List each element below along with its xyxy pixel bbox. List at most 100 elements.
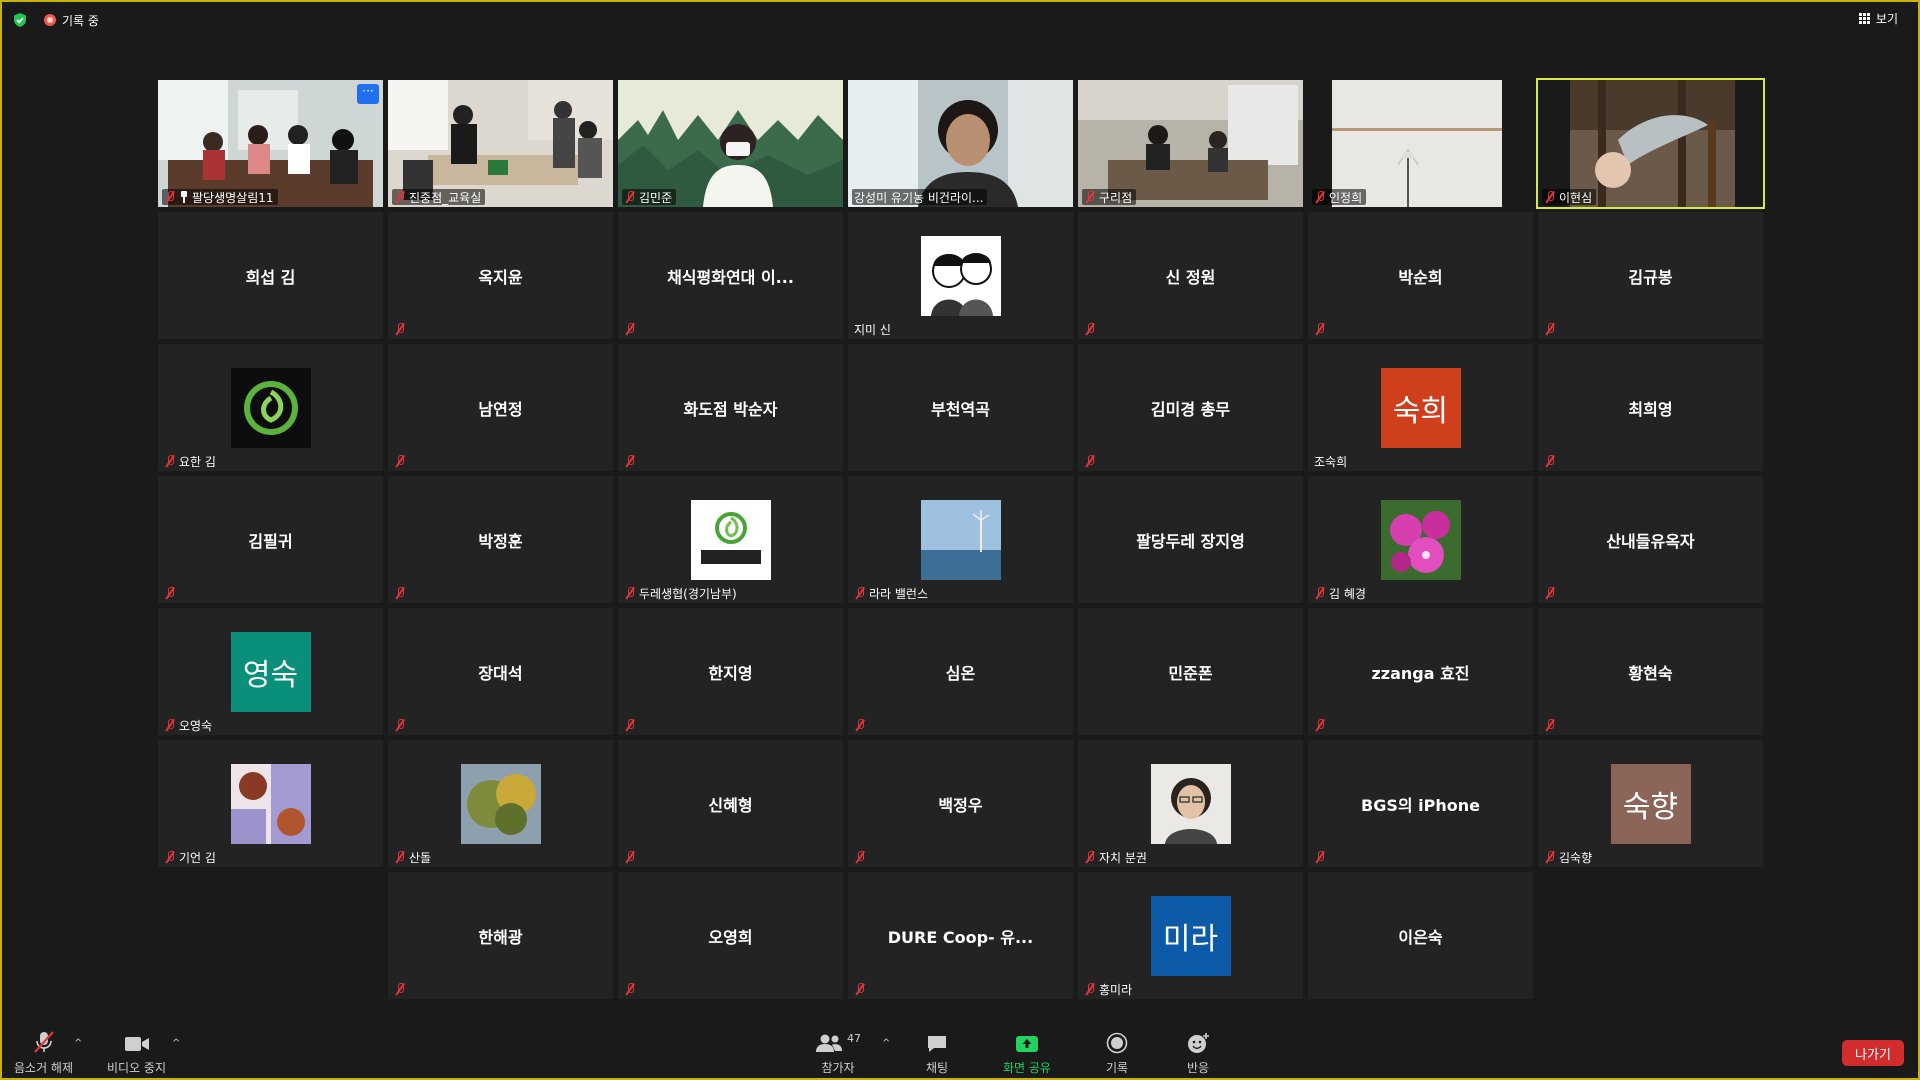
participant-tile[interactable]: 숙희 조숙희 — [1308, 344, 1533, 471]
participant-name-center: 심온 — [945, 663, 976, 683]
participant-tile[interactable]: 민준폰 — [1078, 608, 1303, 735]
participant-tile[interactable]: 박순희 — [1308, 212, 1533, 339]
participant-name: 강성미 유기농 비건라이... — [854, 190, 984, 205]
participant-name-center: 김미경 총무 — [1150, 399, 1231, 419]
participant-tile[interactable]: 강성미 유기농 비건라이... — [848, 80, 1073, 207]
participant-tile[interactable]: 라라 밸런스 — [848, 476, 1073, 603]
participant-tile[interactable]: BGS의 iPhone — [1308, 740, 1533, 867]
participant-tile[interactable]: 황현숙 — [1538, 608, 1763, 735]
participant-video — [1538, 80, 1763, 207]
participant-tile[interactable]: 신 정원 — [1078, 212, 1303, 339]
participant-label — [852, 849, 870, 865]
participant-tile[interactable]: 팔당생명살림11 ··· — [158, 80, 383, 207]
participant-tile[interactable]: 이현심 — [1536, 78, 1765, 209]
participant-name-center: 박순희 — [1398, 267, 1443, 287]
participant-tile[interactable]: 김민준 — [618, 80, 843, 207]
participant-label — [1542, 717, 1560, 733]
participant-tile[interactable]: 심온 — [848, 608, 1073, 735]
video-options-chevron-icon[interactable]: ^ — [172, 1038, 180, 1049]
record-icon — [44, 14, 56, 26]
participant-name-center: 신 정원 — [1165, 267, 1216, 287]
participant-name-center: 남연정 — [478, 399, 523, 419]
participant-tile[interactable]: 최희영 — [1538, 344, 1763, 471]
participant-video — [1078, 80, 1303, 207]
participant-label — [1542, 321, 1560, 337]
mic-muted-icon — [1544, 455, 1556, 467]
mic-muted-icon — [1544, 719, 1556, 731]
video-camera-icon — [124, 1037, 149, 1051]
participant-tile[interactable]: 이은숙 — [1308, 872, 1533, 999]
participant-tile[interactable]: 장대석 — [388, 608, 613, 735]
participant-tile[interactable]: 한해광 — [388, 872, 613, 999]
participant-tile[interactable]: 김필귀 — [158, 476, 383, 603]
mic-muted-icon — [1544, 851, 1556, 863]
emoji-plus-icon — [1188, 1033, 1209, 1053]
participant-tile[interactable]: zzanga 효진 — [1308, 608, 1533, 735]
participant-tile[interactable]: 영숙 오영숙 — [158, 608, 383, 735]
participant-tile[interactable]: 산돌 — [388, 740, 613, 867]
participant-tile[interactable]: 두레생협(경기남부) — [618, 476, 843, 603]
participant-tile[interactable]: 오영희 — [618, 872, 843, 999]
share-screen-button[interactable]: 화면 공유 — [1003, 1032, 1051, 1076]
participant-tile[interactable]: 남연정 — [388, 344, 613, 471]
recording-label: 기록 중 — [62, 13, 99, 28]
participant-name-center: 박정훈 — [478, 531, 523, 551]
participant-tile[interactable]: 산내들유옥자 — [1538, 476, 1763, 603]
participant-tile[interactable]: 김 혜경 — [1308, 476, 1533, 603]
shield-icon[interactable] — [12, 12, 28, 28]
participant-tile[interactable]: 기언 김 — [158, 740, 383, 867]
participant-tile[interactable]: DURE Coop- 유... — [848, 872, 1073, 999]
more-options-icon[interactable]: ··· — [357, 84, 379, 104]
participant-tile[interactable]: 미라 홍미라 — [1078, 872, 1303, 999]
participant-label: 진중점_교육실 — [392, 189, 486, 205]
mic-muted-icon — [854, 851, 866, 863]
participant-tile[interactable]: 구리점 — [1078, 80, 1303, 207]
participant-tile[interactable]: 옥지윤 — [388, 212, 613, 339]
participant-name: 진중점_교육실 — [409, 190, 482, 205]
participant-label: 팔당생명살림11 — [162, 189, 278, 205]
participant-name-center: 민준폰 — [1168, 663, 1213, 683]
share-screen-label: 화면 공유 — [1003, 1061, 1051, 1075]
participant-tile[interactable]: 숙향 김숙향 — [1538, 740, 1763, 867]
participant-tile[interactable]: 박정훈 — [388, 476, 613, 603]
mic-muted-icon — [854, 719, 866, 731]
participant-name-center: 한지영 — [708, 663, 753, 683]
mic-muted-icon — [624, 455, 636, 467]
participant-tile[interactable]: 인정희 — [1308, 80, 1533, 207]
participant-tile[interactable]: 희섭 김 — [158, 212, 383, 339]
participant-tile[interactable]: 요한 김 — [158, 344, 383, 471]
participant-tile[interactable]: 채식평화연대 이... — [618, 212, 843, 339]
audio-options-chevron-icon[interactable]: ^ — [74, 1038, 82, 1049]
participant-tile[interactable]: 김규봉 — [1538, 212, 1763, 339]
mic-muted-icon — [1084, 323, 1096, 335]
stop-video-button[interactable]: 비디오 중지 — [107, 1032, 166, 1076]
participant-tile[interactable]: 백정우 — [848, 740, 1073, 867]
participant-tile[interactable]: 부천역곡 — [848, 344, 1073, 471]
participant-name-center: 신혜형 — [708, 795, 753, 815]
recording-indicator[interactable]: 기록 중 — [44, 12, 99, 28]
unmute-button[interactable]: 음소거 해제 — [14, 1031, 73, 1076]
participant-label: 강성미 유기농 비건라이... — [852, 189, 988, 205]
mic-muted-icon — [164, 719, 176, 731]
leave-button[interactable]: 나가기 — [1842, 1040, 1904, 1066]
participant-tile[interactable]: 신혜형 — [618, 740, 843, 867]
participant-tile[interactable]: 한지영 — [618, 608, 843, 735]
participant-tile[interactable]: 자치 분권 — [1078, 740, 1303, 867]
participant-tile[interactable]: 팔당두레 장지영 — [1078, 476, 1303, 603]
participants-button[interactable]: 47 참가자 — [815, 1032, 861, 1076]
participants-options-chevron-icon[interactable]: ^ — [882, 1038, 890, 1049]
mic-muted-icon — [1314, 323, 1326, 335]
participants-label: 참가자 — [821, 1061, 855, 1075]
reactions-button[interactable]: 반응 — [1186, 1032, 1210, 1076]
participant-label: 자치 분권 — [1082, 849, 1151, 865]
participant-label — [622, 321, 640, 337]
participant-tile[interactable]: 지미 신 — [848, 212, 1073, 339]
chat-button[interactable]: 채팅 — [926, 1032, 948, 1076]
participant-name: 이현심 — [1559, 190, 1593, 205]
participant-tile[interactable]: 김미경 총무 — [1078, 344, 1303, 471]
record-button[interactable]: 기록 — [1106, 1032, 1128, 1076]
record-icon — [1106, 1032, 1128, 1054]
participant-tile[interactable]: 진중점_교육실 — [388, 80, 613, 207]
participant-tile[interactable]: 화도점 박순자 — [618, 344, 843, 471]
view-button[interactable]: 보기 — [1858, 10, 1898, 27]
